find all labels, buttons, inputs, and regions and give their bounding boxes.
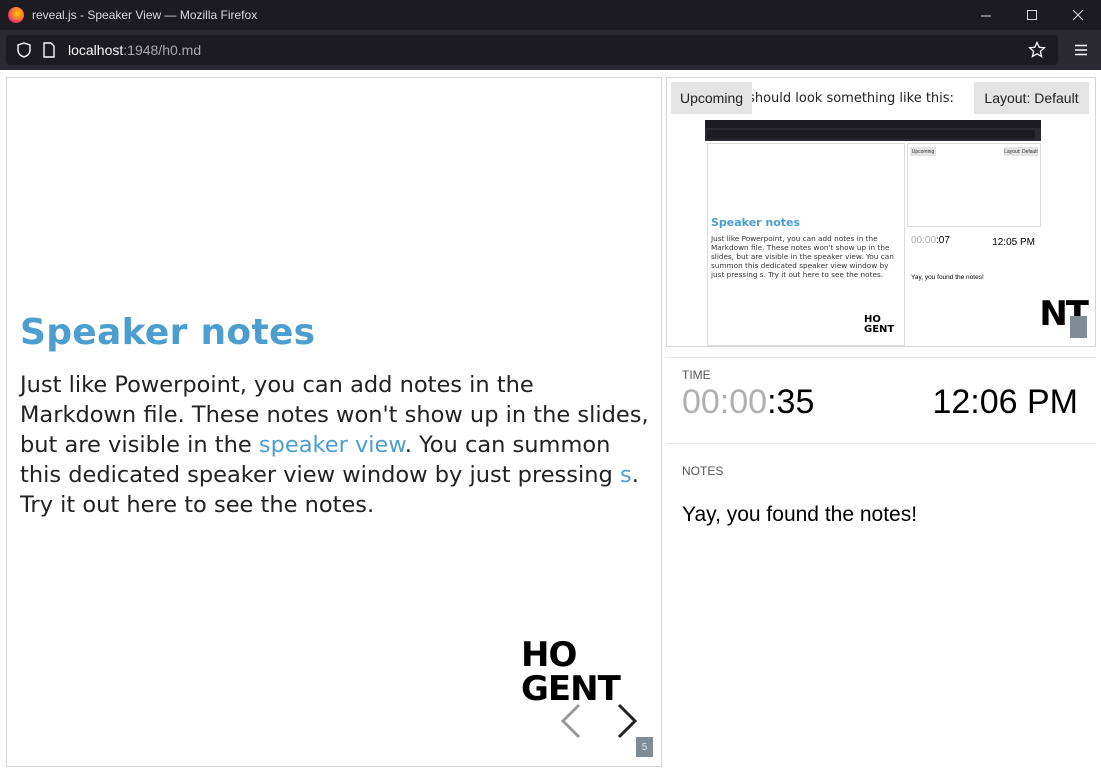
slide-title: Speaker notes [20,312,316,353]
speaker-view-link[interactable]: speaker view [259,432,405,458]
navigation-bar: localhost:1948/h0.md [0,30,1101,70]
close-icon [1072,9,1083,20]
divider [666,443,1096,444]
s-key-link[interactable]: s [620,462,632,488]
clock: 12:06 PM [932,383,1078,421]
url-text[interactable]: localhost:1948/h0.md [68,42,201,58]
title-bar: reveal.js - Speaker View — Mozilla Firef… [0,0,1101,30]
slide-body: Just like Powerpoint, you can add notes … [20,372,649,518]
nested-screenshot: Speaker notes Just like Powerpoint, you … [705,120,1041,346]
current-slide: Speaker notes Just like Powerpoint, you … [6,77,662,767]
upcoming-slide: It should look something like this: Upco… [666,77,1096,347]
next-slide-icon[interactable] [615,703,639,739]
speaker-view: Speaker notes Just like Powerpoint, you … [0,70,1101,771]
window-title: reveal.js - Speaker View — Mozilla Firef… [32,8,258,22]
hogent-logo: HO GENT [521,635,621,709]
close-button[interactable] [1055,0,1101,30]
page-icon [43,42,55,58]
maximize-button[interactable] [1009,0,1055,30]
minimize-button[interactable] [963,0,1009,30]
elapsed-timer[interactable]: 00:00:35 [682,383,814,422]
minimize-icon [980,15,991,16]
upcoming-label: Upcoming [671,82,752,114]
notes-label: NOTES [682,464,724,478]
menu-icon[interactable] [1073,42,1089,58]
layout-button[interactable]: Layout: Default [974,82,1089,114]
notes-text: Yay, you found the notes! [682,503,918,526]
slide-number: 5 [636,737,653,757]
upcoming-slide-number [1070,316,1087,338]
upcoming-slide-text: It should look something like this: [735,91,954,106]
time-label: TIME [682,368,711,382]
maximize-icon [1026,9,1037,20]
bookmark-star-icon[interactable] [1028,41,1046,59]
address-bar[interactable]: localhost:1948/h0.md [6,35,1058,65]
divider [666,357,1096,358]
firefox-logo-icon [8,7,24,23]
shield-icon[interactable] [16,42,32,58]
previous-slide-icon[interactable] [559,703,583,739]
